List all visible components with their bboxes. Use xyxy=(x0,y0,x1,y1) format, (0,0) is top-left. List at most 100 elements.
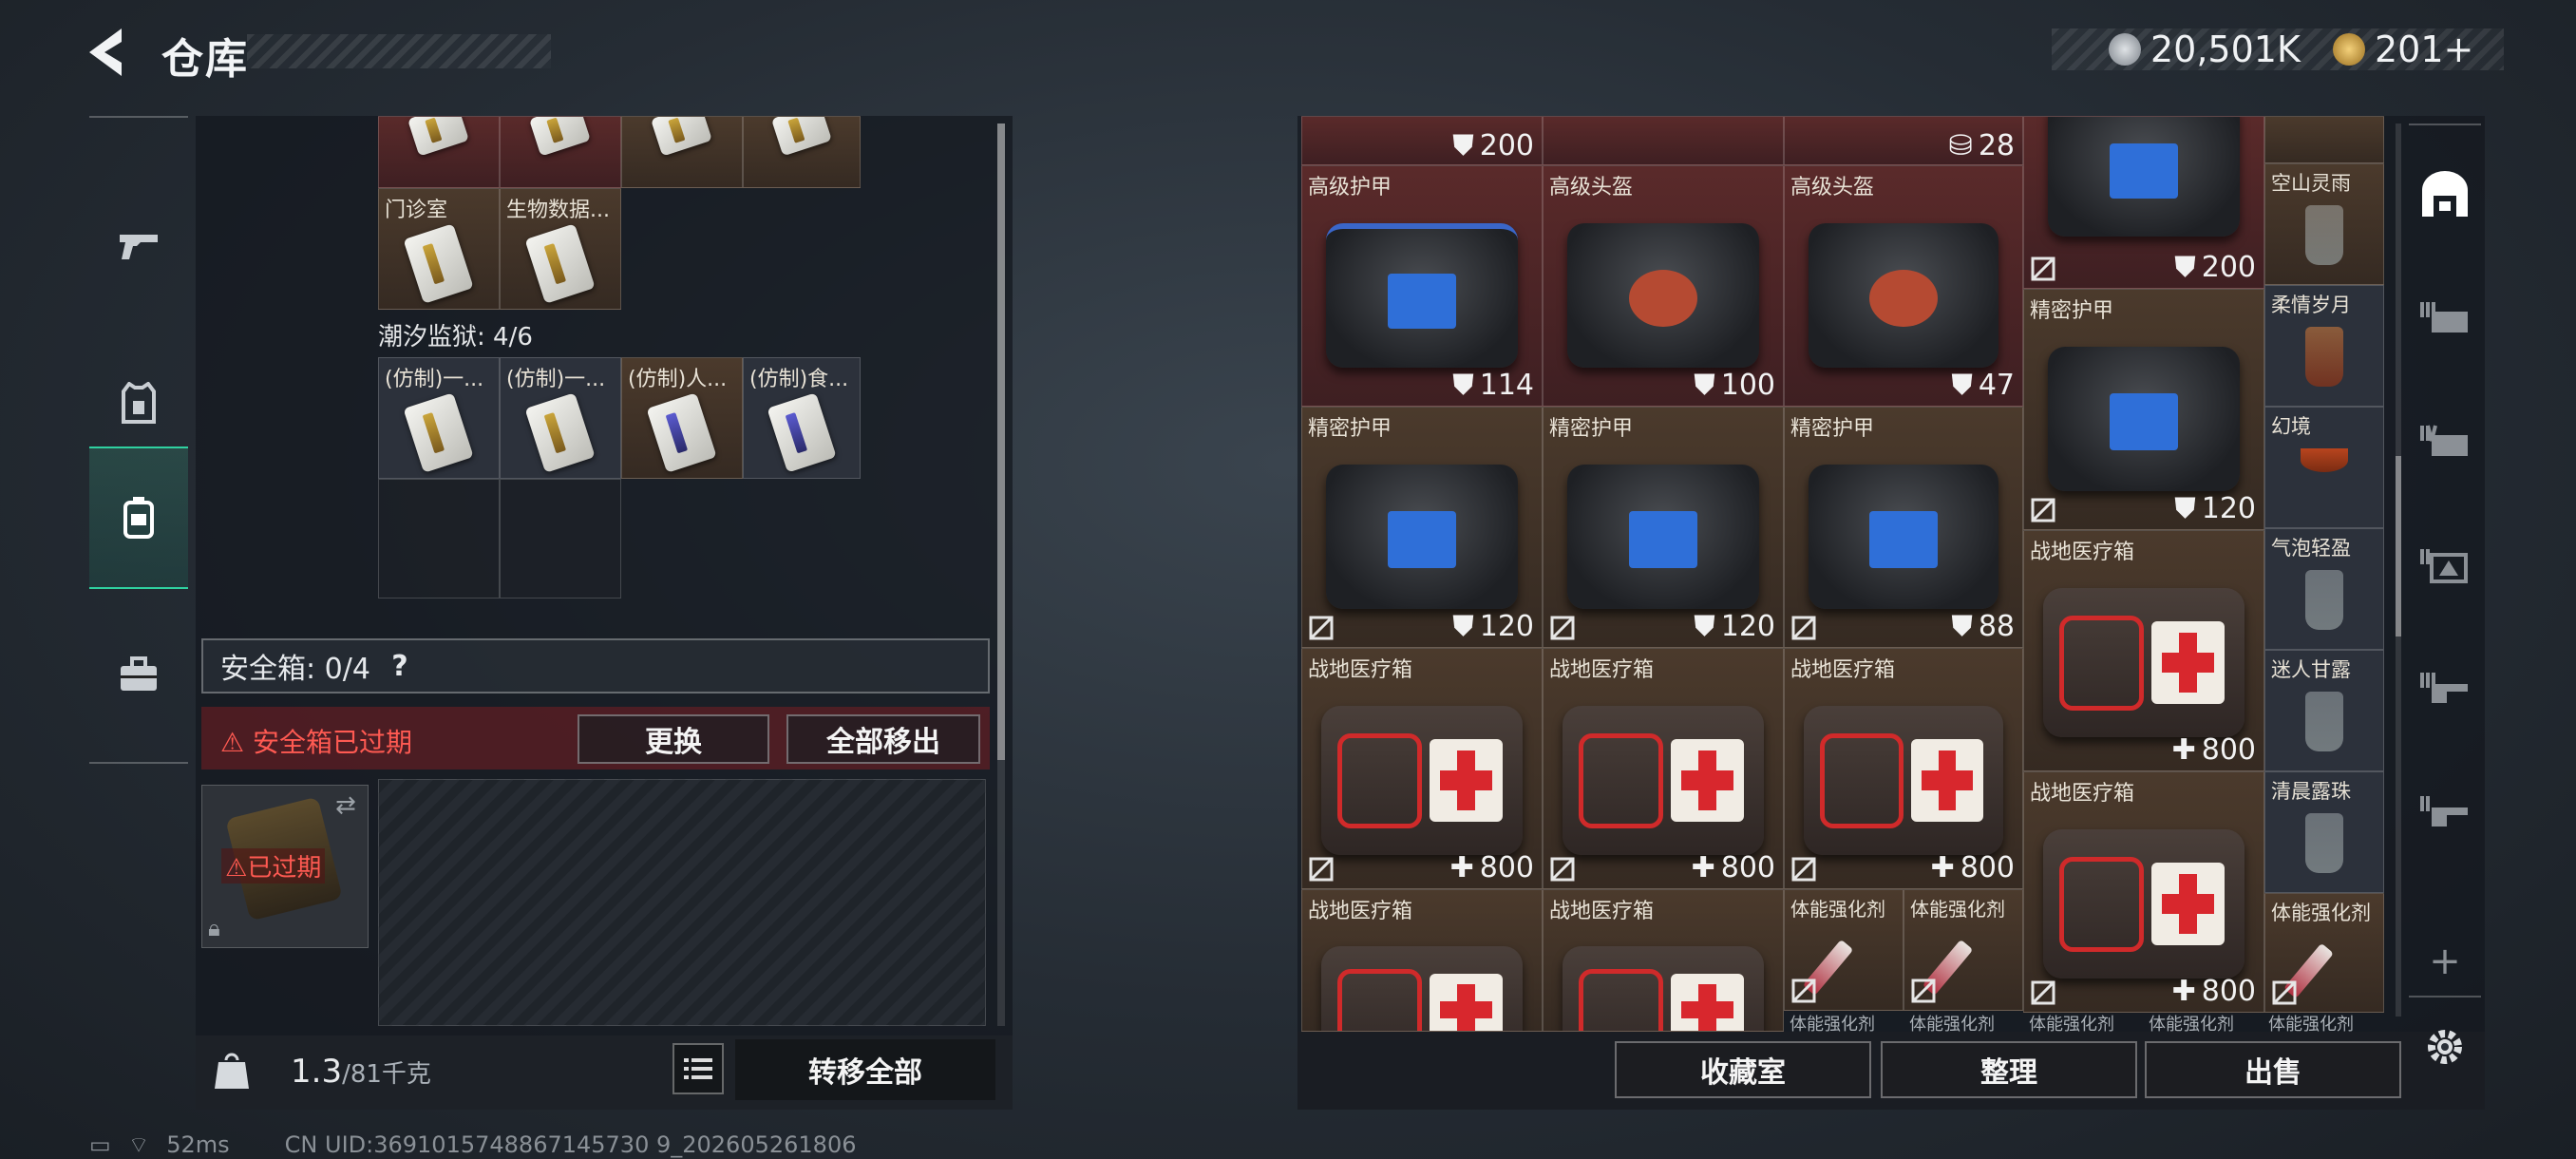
expired-warning: ⚠ 安全箱已过期 xyxy=(220,722,412,760)
item-name: 柔情岁月 xyxy=(2271,294,2351,316)
scrollbar-thumb[interactable] xyxy=(997,124,1005,760)
item-slot[interactable]: 柔情岁月 xyxy=(2264,285,2384,407)
item-slot[interactable] xyxy=(500,116,621,188)
tab-storage-2b[interactable] xyxy=(2409,754,2481,868)
storage-4-icon xyxy=(2420,425,2468,456)
storage-3-icon xyxy=(2420,302,2468,332)
back-button[interactable] xyxy=(84,25,137,80)
storage-2-icon xyxy=(2420,549,2468,583)
keycard-icon xyxy=(529,117,592,157)
item-slot[interactable]: 体能强化剂 xyxy=(1904,889,2023,1011)
item-slot[interactable]: 战地医疗箱 ✚ 800 xyxy=(1543,648,1784,889)
item-slot[interactable]: 精密护甲 ⛊ 88 xyxy=(1784,407,2023,648)
item-slot[interactable]: 战地医疗箱 ✚ 800 xyxy=(2023,771,2264,1013)
tab-storage-4[interactable] xyxy=(2409,384,2481,498)
tab-storage-3[interactable] xyxy=(2409,260,2481,374)
item-slot[interactable]: 幻境 xyxy=(2264,407,2384,528)
tab-storage-2[interactable] xyxy=(2409,507,2481,621)
item-slot[interactable] xyxy=(1543,116,1784,165)
item-slot[interactable]: 战地医疗箱 ✚ 800 xyxy=(1784,648,2023,889)
item-slot[interactable] xyxy=(621,116,743,188)
item-slot[interactable]: 高级头盔 ⛊ 47 xyxy=(1784,165,2023,407)
item-slot[interactable]: ⛊ 200 xyxy=(1301,116,1543,165)
move-all-out-button[interactable]: 全部移出 xyxy=(786,714,980,764)
transfer-all-button[interactable]: 转移全部 xyxy=(735,1039,995,1100)
item-slot[interactable]: 高级头盔 ⛊ 100 xyxy=(1543,165,1784,407)
item-slot[interactable]: ⛁ 28 xyxy=(1784,116,2023,165)
silver-coin-icon xyxy=(2109,33,2141,66)
warning-icon: ⚠ xyxy=(225,854,248,883)
storage-2b-icon xyxy=(2420,796,2468,826)
item-name: 体能强化剂 xyxy=(2268,1015,2354,1032)
item-slot[interactable]: 体能强化剂 xyxy=(2264,893,2384,1013)
item-slot[interactable]: 体能强化剂 xyxy=(1784,889,1904,1011)
item-slot[interactable]: 精密护甲 ⛊ 120 xyxy=(2023,289,2264,530)
item-slot[interactable]: 精密护甲 ⛊ 120 xyxy=(1543,407,1784,648)
item-slot[interactable]: (仿制)食... xyxy=(743,357,861,479)
durability-value: 200 xyxy=(1479,129,1534,162)
item-slot[interactable] xyxy=(378,116,500,188)
item-slot[interactable]: 门诊室 xyxy=(378,188,500,310)
item-slot[interactable]: 迷人甘露 xyxy=(2264,650,2384,771)
swap-icon[interactable]: ⇄ xyxy=(335,791,356,820)
safebox-slot[interactable]: ⚠已过期 ⇄ 🔒︎ xyxy=(201,785,369,948)
tab-warehouse[interactable] xyxy=(2409,137,2481,251)
drink-image xyxy=(2301,447,2348,473)
settings-button[interactable] xyxy=(2420,1022,2470,1072)
heal-amount: ✚ 800 xyxy=(1692,851,1775,884)
uid-text: CN UID:3691015748867145730 9_20260526180… xyxy=(284,1131,857,1158)
item-name: 体能强化剂 xyxy=(2271,902,2371,924)
drink-image xyxy=(2305,691,2343,751)
no-trade-icon xyxy=(1550,616,1575,640)
currency-gold[interactable]: 201+ xyxy=(2333,28,2473,70)
item-slot[interactable]: 清晨露珠 xyxy=(2264,771,2384,893)
list-view-button[interactable] xyxy=(672,1043,724,1094)
medkit-image xyxy=(1563,946,1764,1031)
backpack-icon xyxy=(123,497,154,539)
item-slot[interactable]: 战地医疗箱 xyxy=(1301,889,1543,1032)
item-slot[interactable]: 精密护甲 ⛊ 120 xyxy=(1301,407,1543,648)
nav-item-weapons[interactable] xyxy=(89,175,188,317)
durability: ⛊ 120 xyxy=(1694,610,1775,643)
item-name: 空山灵雨 xyxy=(2271,172,2351,195)
item-slot[interactable]: (仿制)一... xyxy=(500,357,621,479)
replace-button[interactable]: 更换 xyxy=(578,714,769,764)
item-slot[interactable]: 战地医疗箱 xyxy=(1543,889,1784,1032)
item-slot[interactable]: 战地医疗箱 ✚ 800 xyxy=(2023,530,2264,771)
medkit-image xyxy=(2043,588,2245,737)
item-slot[interactable]: ⛊ 200 xyxy=(2023,116,2264,289)
item-slot[interactable] xyxy=(743,116,861,188)
help-button[interactable]: ? xyxy=(384,650,416,683)
currency-silver[interactable]: 20,501K xyxy=(2109,28,2301,70)
item-slot[interactable]: (仿制)一... xyxy=(378,357,500,479)
item-slot[interactable]: 高级护甲 ⛊ 114 xyxy=(1301,165,1543,407)
organize-button[interactable]: 整理 xyxy=(1881,1041,2137,1098)
nav-item-backpack[interactable] xyxy=(89,446,188,589)
empty-slot[interactable] xyxy=(378,479,500,598)
add-tab-button[interactable]: + xyxy=(2409,904,2481,1018)
item-name: 气泡轻盈 xyxy=(2271,537,2351,560)
collection-room-button[interactable]: 收藏室 xyxy=(1615,1041,1871,1098)
durability: ⛊ 200 xyxy=(2174,251,2256,284)
nav-item-toolbox[interactable] xyxy=(89,604,188,747)
item-name: 门诊室 xyxy=(385,199,448,222)
item-slot[interactable] xyxy=(2264,116,2384,163)
storage-3b-icon xyxy=(2420,673,2468,703)
item-slot[interactable]: 空山灵雨 xyxy=(2264,163,2384,285)
wifi-icon: ⌔ xyxy=(127,1131,150,1158)
armor-image xyxy=(1326,223,1518,368)
item-name: 精密护甲 xyxy=(2030,299,2114,323)
empty-slot[interactable] xyxy=(500,479,621,598)
page-title: 仓库 xyxy=(161,35,249,84)
item-slot[interactable]: 生物数据... xyxy=(500,188,621,310)
item-slot[interactable]: (仿制)人... xyxy=(621,357,743,479)
item-slot[interactable]: 气泡轻盈 xyxy=(2264,528,2384,650)
tab-storage-3b[interactable] xyxy=(2409,631,2481,745)
stack-value: 28 xyxy=(1978,129,2015,162)
scrollbar-thumb[interactable] xyxy=(2396,456,2401,636)
weight-current: 1.3 xyxy=(291,1053,343,1091)
durability: ⛊ 120 xyxy=(2174,492,2256,525)
plus-icon: ✚ xyxy=(1449,851,1474,884)
item-slot[interactable]: 战地医疗箱 ✚ 800 xyxy=(1301,648,1543,889)
sell-button[interactable]: 出售 xyxy=(2145,1041,2401,1098)
